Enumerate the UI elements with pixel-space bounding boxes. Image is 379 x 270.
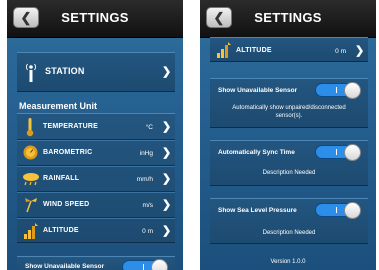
- show-unavailable-sensor-toggle[interactable]: [122, 259, 168, 270]
- unit-row-rainfall[interactable]: RAINFALL mm/h ❯: [17, 166, 175, 192]
- unit-label: TEMPERATURE: [43, 123, 98, 130]
- section-heading: Measurement Unit: [19, 101, 98, 111]
- nav-bar: ❮ SETTINGS: [7, 0, 183, 38]
- switch-card-auto-sync-time: Automatically Sync Time Description Need…: [210, 140, 368, 186]
- nav-bar: ❮ SETTINGS: [200, 0, 376, 38]
- station-row[interactable]: STATION ❯: [17, 52, 175, 92]
- chevron-right-icon: ❯: [162, 225, 172, 237]
- unit-value: mm/h: [136, 176, 153, 183]
- chevron-right-icon: ❯: [355, 45, 365, 57]
- show-unavailable-sensor-toggle[interactable]: [315, 82, 361, 99]
- unit-label: ALTITUDE: [236, 47, 272, 54]
- thermometer-icon: [26, 118, 34, 137]
- switch-label: Show Unavailable Sensor: [218, 87, 298, 94]
- switch-label: Automatically Sync Time: [218, 149, 295, 156]
- station-label: STATION: [45, 66, 85, 76]
- toggle-knob: [344, 144, 361, 161]
- switch-description: Description Needed: [262, 230, 316, 236]
- unit-label: BAROMETRIC: [43, 149, 93, 156]
- unit-value: m/s: [142, 202, 153, 209]
- antenna-icon: [26, 63, 36, 82]
- unit-row-altitude[interactable]: ALTITUDE 0 m ❯: [210, 37, 368, 62]
- switch-description: Description Needed: [262, 170, 316, 176]
- page-title: SETTINGS: [254, 10, 322, 25]
- unit-label: RAINFALL: [43, 175, 80, 182]
- unit-row-altitude[interactable]: ALTITUDE 0 m ❯: [17, 218, 175, 244]
- altitude-icon: [217, 42, 231, 58]
- units-list: TEMPERATURE °C ❯ BAROMETRIC inHg ❯ RAINF…: [17, 113, 175, 243]
- switch-card-sea-level-pressure: Show Sea Level Pressure Description Need…: [210, 198, 368, 244]
- unit-value: 0 m: [142, 228, 153, 235]
- unit-value: 0 m: [335, 48, 346, 55]
- rain-cloud-icon: [23, 173, 39, 186]
- toggle-knob: [151, 259, 168, 270]
- show-unavailable-sensor-row: Show Unavailable Sensor: [17, 256, 175, 270]
- chevron-right-icon: ❯: [162, 173, 172, 185]
- wind-icon: [25, 198, 37, 213]
- chevron-right-icon: ❯: [162, 199, 172, 211]
- settings-screen-right: ❮ SETTINGS ALTITUDE 0 m ❯ Show Unavailab…: [200, 0, 376, 270]
- switch-description: Automatically show unpaired/disconnected…: [232, 105, 346, 119]
- barometer-icon: [23, 145, 38, 160]
- chevron-right-icon: ❯: [162, 147, 172, 159]
- chevron-right-icon: ❯: [162, 66, 172, 78]
- switch-label: Show Sea Level Pressure: [218, 207, 297, 214]
- unit-value: °C: [145, 124, 153, 131]
- unit-row-temperature[interactable]: TEMPERATURE °C ❯: [17, 114, 175, 140]
- altitude-icon: [24, 223, 38, 239]
- toggle-knob: [344, 202, 361, 219]
- settings-screen-left: ❮ SETTINGS STATION ❯ Measurement Unit TE…: [7, 0, 183, 270]
- unit-value: inHg: [139, 150, 153, 157]
- sea-level-pressure-toggle[interactable]: [315, 202, 361, 219]
- toggle-knob: [344, 82, 361, 99]
- chevron-right-icon: ❯: [162, 121, 172, 133]
- unit-label: WIND SPEED: [43, 201, 90, 208]
- unit-row-wind-speed[interactable]: WIND SPEED m/s ❯: [17, 192, 175, 218]
- switch-label: Show Unavailable Sensor: [25, 263, 105, 270]
- version-label: Version 1.0.0: [270, 259, 306, 265]
- unit-label: ALTITUDE: [43, 227, 79, 234]
- page-title: SETTINGS: [61, 10, 129, 25]
- switch-card-show-unavailable-sensor: Show Unavailable Sensor Automatically sh…: [210, 78, 368, 128]
- auto-sync-time-toggle[interactable]: [315, 144, 361, 161]
- unit-row-barometric[interactable]: BAROMETRIC inHg ❯: [17, 140, 175, 166]
